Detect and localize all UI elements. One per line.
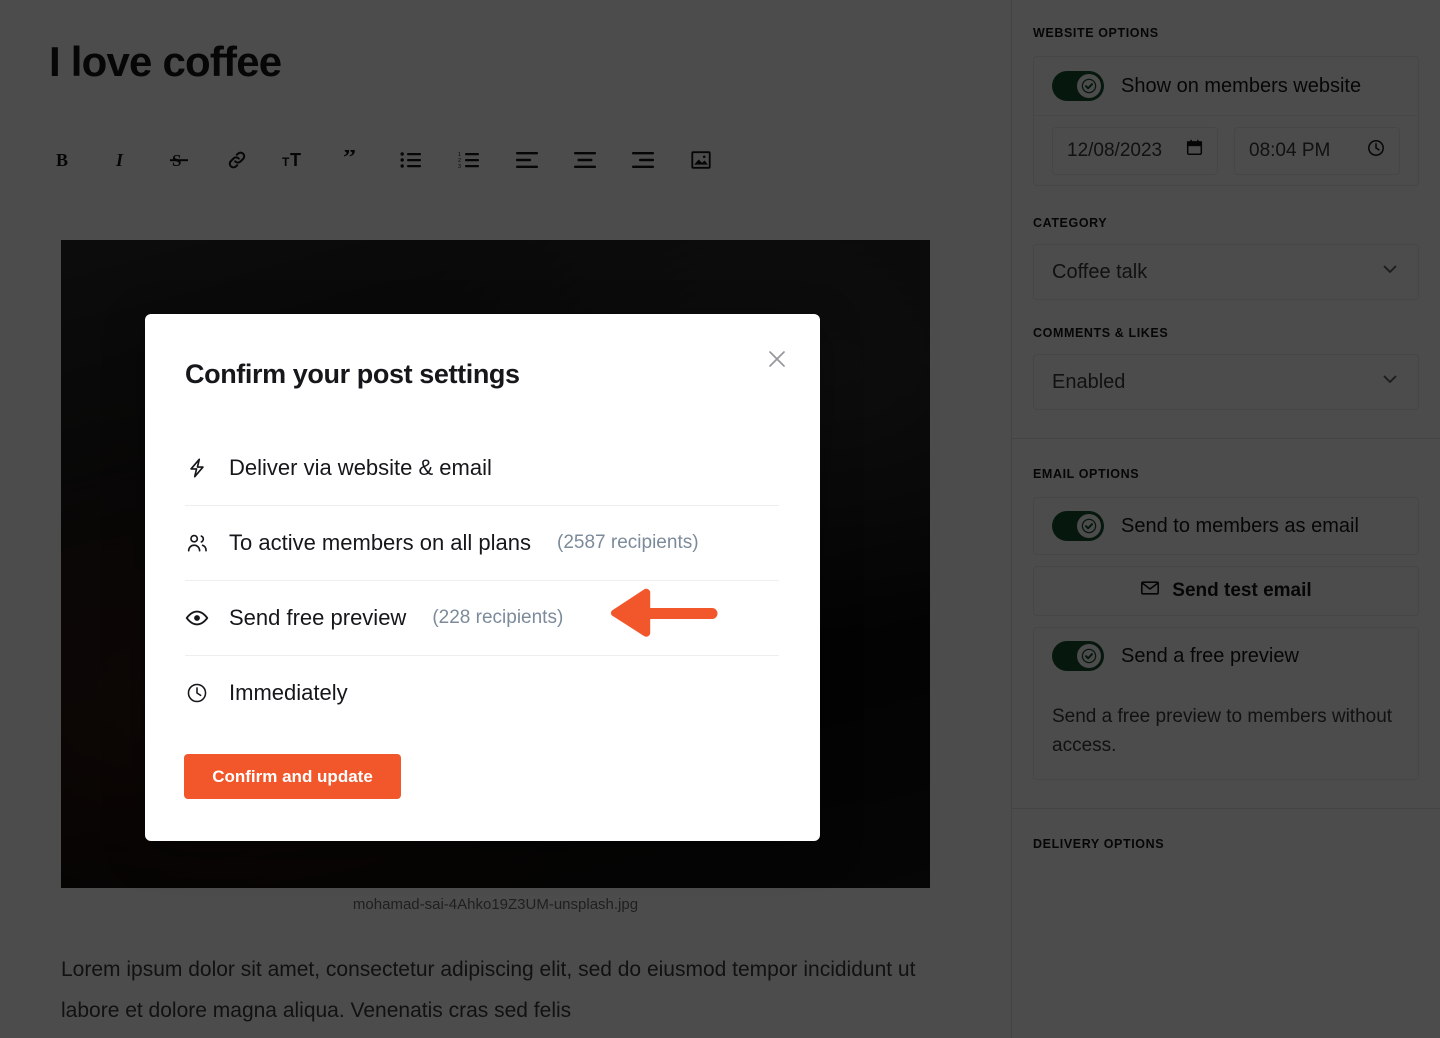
members-icon [185, 532, 209, 555]
modal-settings-list: Deliver via website & email To active me… [185, 430, 779, 730]
list-item-label: Send free preview [229, 605, 407, 630]
list-item[interactable]: Send free preview (228 recipients) [185, 580, 779, 655]
list-item-label: Immediately [229, 680, 348, 705]
clock-icon [185, 682, 209, 704]
list-item-label: To active members on all plans [229, 530, 532, 555]
list-item-count: (2587 recipients) [557, 532, 699, 553]
lightning-bolt-icon [185, 457, 209, 479]
list-item[interactable]: Deliver via website & email [185, 430, 779, 505]
modal-title: Confirm your post settings [185, 359, 520, 389]
confirm-and-update-button[interactable]: Confirm and update [184, 754, 401, 799]
close-icon[interactable] [760, 342, 794, 376]
list-item-count: (228 recipients) [432, 607, 564, 628]
list-item-label: Deliver via website & email [229, 454, 492, 480]
list-item[interactable]: Immediately [185, 655, 779, 730]
list-item[interactable]: To active members on all plans (2587 rec… [185, 505, 779, 580]
eye-icon [185, 606, 209, 630]
post-editor-screen: I love coffee B I S TT ” [0, 0, 1440, 1038]
